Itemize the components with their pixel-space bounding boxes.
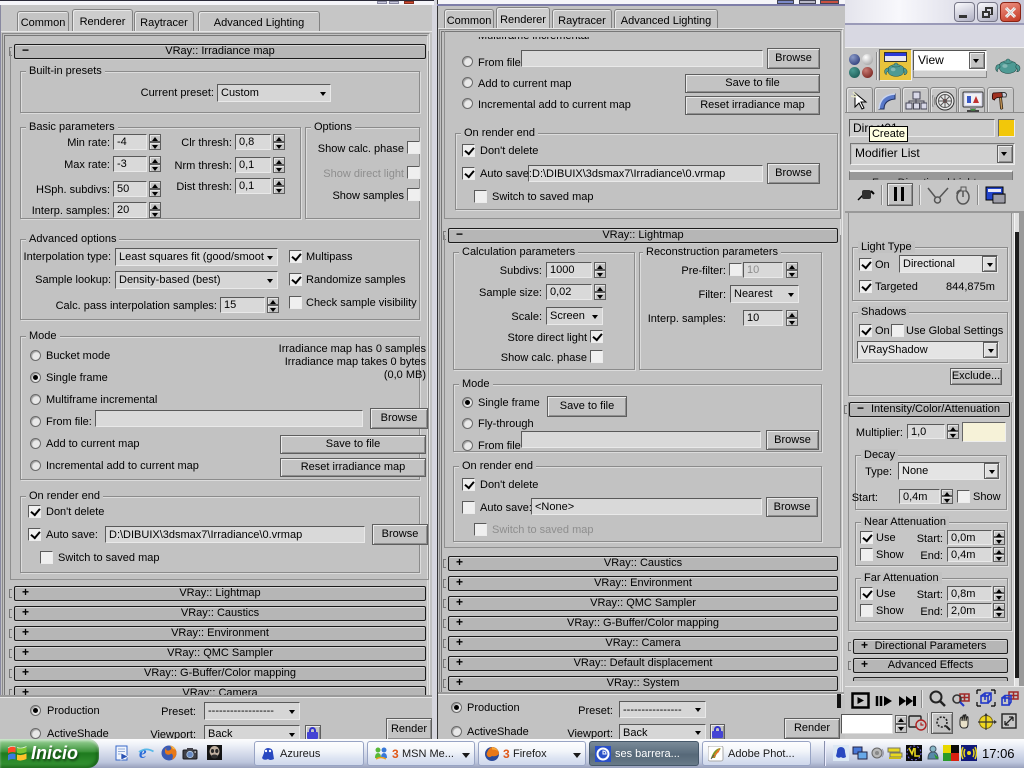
svg-text:e: e xyxy=(139,745,147,762)
